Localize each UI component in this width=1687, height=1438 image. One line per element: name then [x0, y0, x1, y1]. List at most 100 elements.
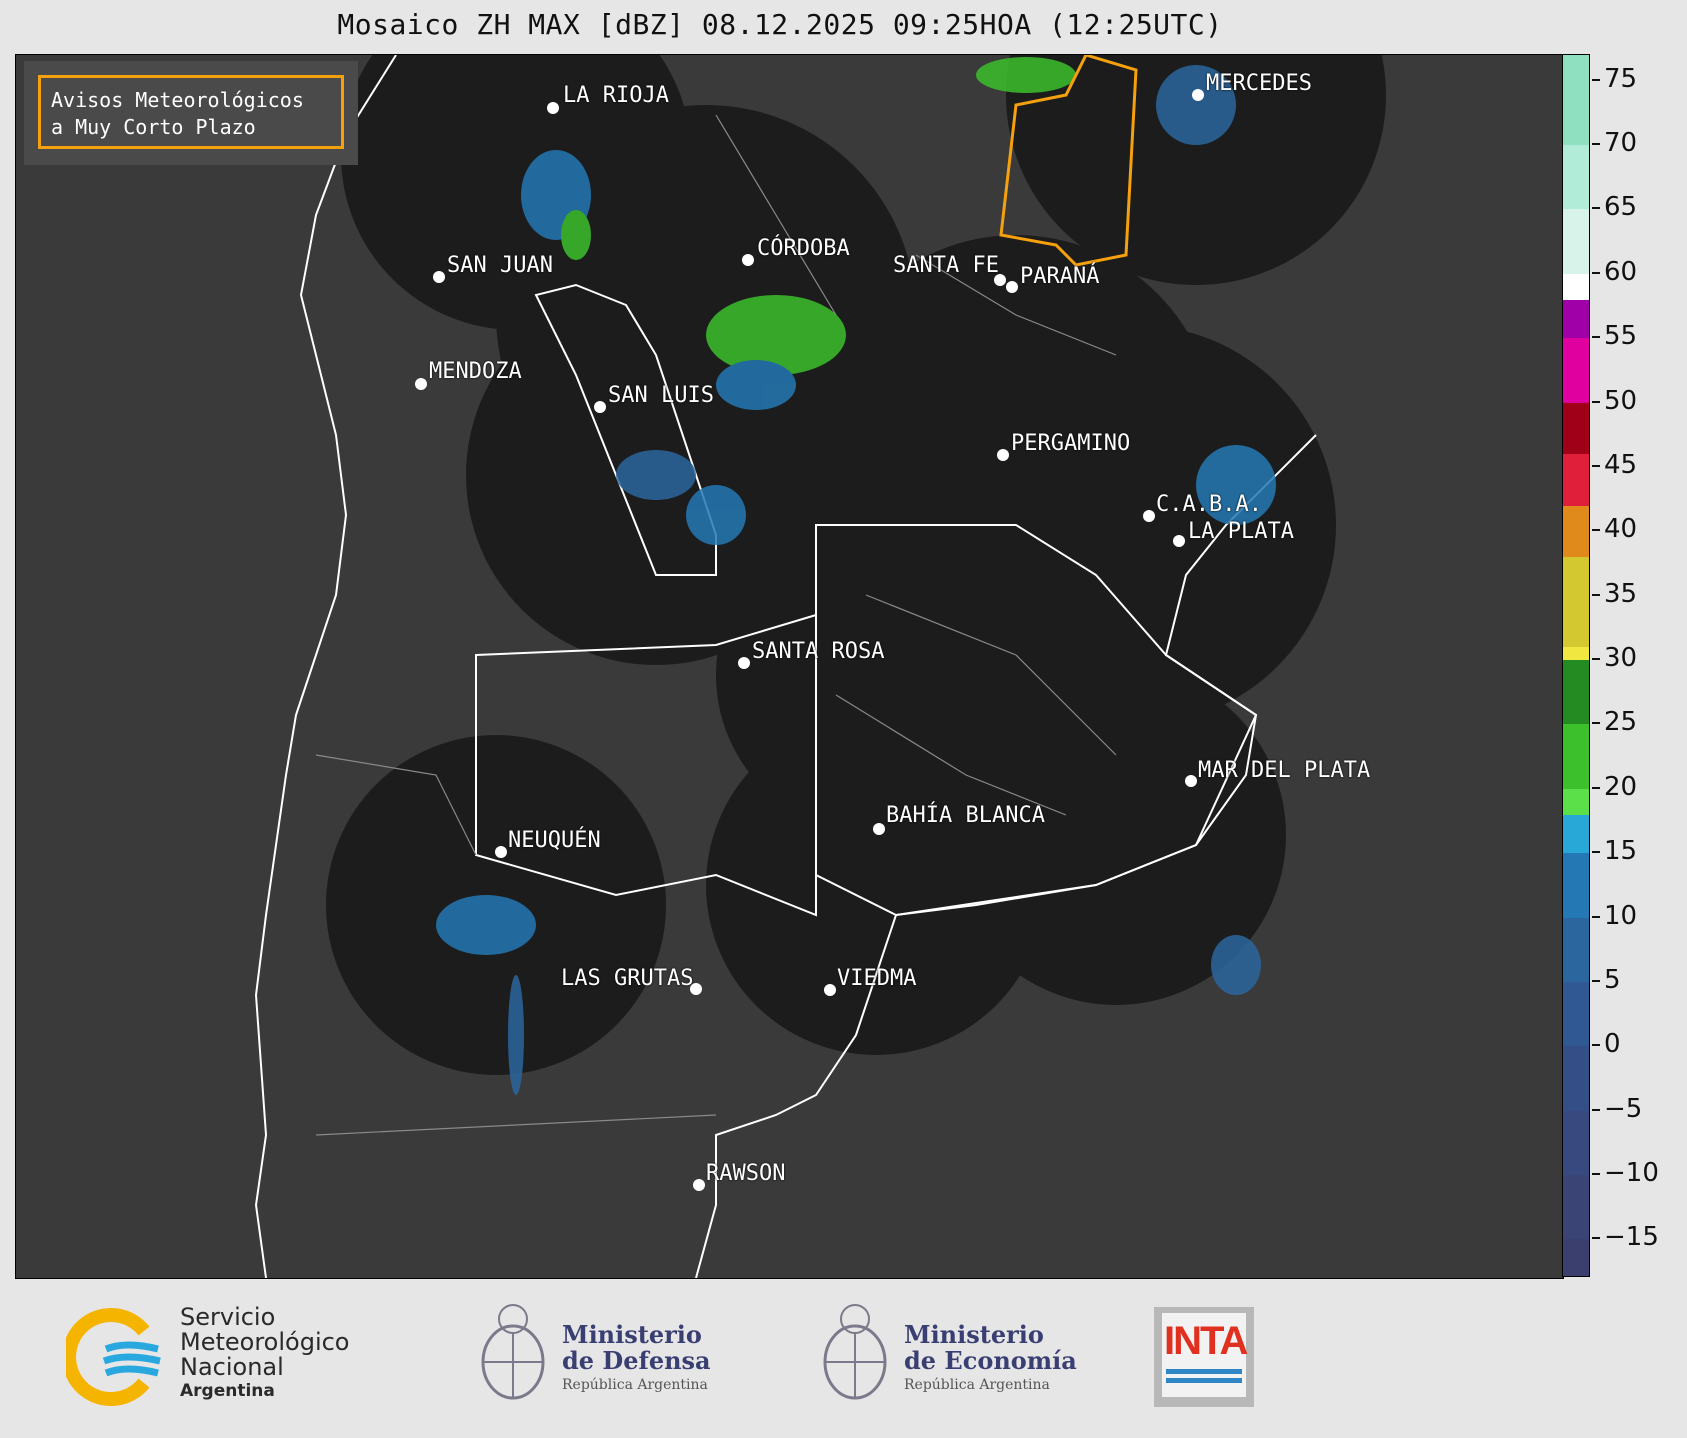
- city-label-cordoba: CÓRDOBA: [757, 236, 850, 261]
- colorbar-tick-label: 10: [1604, 900, 1638, 931]
- colorbar-band: [1563, 338, 1589, 403]
- smn-line-3: Nacional: [180, 1353, 284, 1381]
- escudo-economia-icon: [823, 1304, 887, 1400]
- colorbar-tick-label: 60: [1604, 256, 1638, 287]
- city-label-caba: C.A.B.A.: [1156, 492, 1262, 517]
- colorbar-tick-label: −15: [1604, 1222, 1659, 1253]
- colorbar-tick: [1592, 400, 1600, 403]
- inta-logo: INTA: [1154, 1307, 1254, 1407]
- colorbar-band: [1563, 557, 1589, 648]
- colorbar-band: [1563, 724, 1589, 789]
- colorbar-tick: [1592, 1237, 1600, 1240]
- colorbar-band: [1563, 981, 1589, 1047]
- colorbar-tick: [1592, 658, 1600, 661]
- colorbar-tick-label: 75: [1604, 63, 1638, 94]
- city-label-santa-rosa: SANTA ROSA: [752, 639, 885, 664]
- colorbar-tick-label: 45: [1604, 449, 1638, 480]
- colorbar-band: [1563, 917, 1589, 982]
- colorbar-tick-label: 5: [1604, 964, 1621, 995]
- smn-line-4: Argentina: [180, 1381, 275, 1401]
- colorbar-tick: [1592, 593, 1600, 596]
- colorbar-tick: [1592, 1173, 1600, 1175]
- colorbar-tick-label: −5: [1604, 1093, 1643, 1124]
- colorbar-band: [1563, 273, 1589, 300]
- smn-logo-text: Servicio Meteorológico Nacional Argentin…: [180, 1305, 350, 1402]
- city-label-santa-fe: SANTA FE: [893, 253, 999, 278]
- avisos-line-2: a Muy Corto Plazo: [51, 115, 256, 139]
- colorbar-tick-label: 50: [1604, 385, 1638, 416]
- colorbar-band: [1563, 1175, 1589, 1240]
- smn-logo-icon: [66, 1308, 161, 1406]
- colorbar-tick-label: 20: [1604, 771, 1638, 802]
- city-label-viedma: VIEDMA: [837, 966, 917, 991]
- economia-line-1: Ministerio: [904, 1320, 1044, 1349]
- colorbar-tick: [1592, 979, 1600, 982]
- economia-title: Ministerio de Economía: [904, 1322, 1077, 1374]
- colorbar-band: [1563, 1110, 1589, 1175]
- colorbar-tick: [1592, 915, 1600, 918]
- colorbar-tick-label: 0: [1604, 1029, 1621, 1060]
- defensa-line-1: Ministerio: [562, 1320, 702, 1349]
- colorbar-tick: [1592, 1108, 1600, 1111]
- colorbar-tick: [1592, 1044, 1600, 1047]
- economia-sub: República Argentina: [904, 1377, 1050, 1393]
- colorbar-band: [1563, 660, 1589, 725]
- colorbar-tick-label: 55: [1604, 321, 1638, 352]
- avisos-panel[interactable]: Avisos Meteorológicos a Muy Corto Plazo: [24, 61, 358, 165]
- colorbar-tick: [1592, 78, 1600, 81]
- colorbar-tick-label: 40: [1604, 514, 1638, 545]
- defensa-sub: República Argentina: [562, 1377, 708, 1393]
- city-label-neuquen: NEUQUÉN: [508, 828, 601, 853]
- city-label-mar-del-plata: MAR DEL PLATA: [1198, 758, 1371, 783]
- colorbar-band: [1563, 505, 1589, 558]
- colorbar-band: [1563, 647, 1589, 661]
- colorbar-tick: [1592, 207, 1600, 210]
- colorbar-band: [1563, 402, 1589, 455]
- colorbar-tick: [1592, 722, 1600, 725]
- city-label-la-plata: LA PLATA: [1188, 519, 1294, 544]
- colorbar-band: [1563, 145, 1589, 210]
- colorbar-tick: [1592, 529, 1600, 532]
- city-label-las-grutas: LAS GRUTAS: [561, 966, 694, 991]
- colorbar-tick: [1592, 336, 1600, 339]
- colorbar-band: [1563, 853, 1589, 918]
- city-label-mercedes: MERCEDES: [1206, 71, 1312, 96]
- colorbar-band: [1563, 209, 1589, 274]
- economia-line-2: de Economía: [904, 1346, 1077, 1375]
- colorbar-tick-label: 65: [1604, 192, 1638, 223]
- colorbar-band: [1563, 1239, 1589, 1276]
- colorbar-tick-label: 70: [1604, 128, 1638, 159]
- city-label-mendoza: MENDOZA: [429, 359, 522, 384]
- city-label-pergamino: PERGAMINO: [1011, 431, 1131, 456]
- avisos-line-1: Avisos Meteorológicos: [51, 88, 304, 112]
- page-title: Mosaico ZH MAX [dBZ] 08.12.2025 09:25HOA…: [337, 8, 1223, 41]
- colorbar-tick: [1592, 464, 1600, 467]
- colorbar-band: [1563, 814, 1589, 854]
- colorbar-tick: [1592, 143, 1600, 146]
- colorbar-tick-label: −10: [1604, 1158, 1659, 1188]
- colorbar-tick-label: 30: [1604, 643, 1638, 674]
- escudo-defensa-icon: [481, 1304, 545, 1400]
- colorbar-band: [1563, 1046, 1589, 1111]
- footer-logos: Servicio Meteorológico Nacional Argentin…: [0, 1285, 1687, 1438]
- colorbar-tick: [1592, 786, 1600, 789]
- colorbar: [1562, 54, 1590, 1277]
- colorbar-tick-label: 15: [1604, 836, 1638, 867]
- colorbar-tick: [1592, 271, 1600, 274]
- avisos-border[interactable]: Avisos Meteorológicos a Muy Corto Plazo: [38, 75, 344, 149]
- colorbar-band: [1563, 454, 1589, 506]
- colorbar-band: [1563, 55, 1589, 146]
- colorbar-band: [1563, 788, 1589, 815]
- smn-line-1: Servicio: [180, 1303, 276, 1331]
- colorbar-tick-label: 25: [1604, 707, 1638, 738]
- radar-map[interactable]: LA RIOJA SAN JUAN CÓRDOBA SANTA FE PARAN…: [15, 54, 1564, 1279]
- inta-logo-text: INTA: [1164, 1319, 1248, 1363]
- colorbar-tick: [1592, 851, 1600, 854]
- colorbar-tick-label: 35: [1604, 578, 1638, 609]
- city-label-la-rioja: LA RIOJA: [563, 83, 669, 108]
- colorbar-band: [1563, 299, 1589, 339]
- city-label-parana: PARANÁ: [1020, 264, 1100, 289]
- defensa-title: Ministerio de Defensa: [562, 1322, 711, 1374]
- defensa-line-2: de Defensa: [562, 1346, 711, 1375]
- city-label-rawson: RAWSON: [706, 1161, 786, 1186]
